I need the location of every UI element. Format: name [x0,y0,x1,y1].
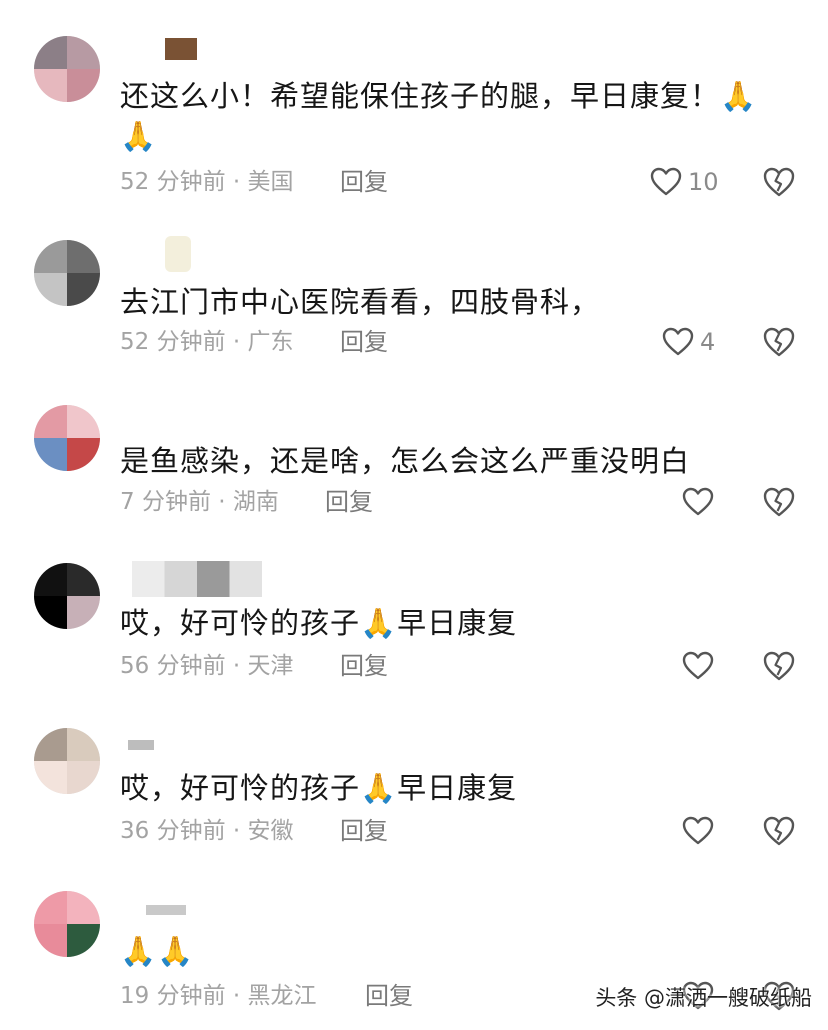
heart-outline-icon [682,651,714,680]
comment-text: 还这么小！希望能保住孩子的腿，早日康复！🙏 🙏 [120,76,788,156]
comment-time: 56 分钟前 [120,653,226,679]
comment-location: 美国 [247,169,294,195]
like-count: 10 [688,168,719,196]
comment-text-line: 还这么小！希望能保住孩子的腿，早日康复！🙏 [120,79,758,113]
username-blurred[interactable] [132,561,262,597]
reply-button[interactable]: 回复 [340,327,388,357]
heart-outline-icon [650,167,682,196]
meta-separator: · [225,329,248,355]
meta-separator: · [210,489,233,515]
meta-separator: · [225,983,248,1009]
meta-separator: · [225,169,248,195]
comment-time: 19 分钟前 [120,983,226,1009]
like-button[interactable] [682,649,714,683]
avatar[interactable] [34,728,100,794]
comment-location: 黑龙江 [247,983,317,1009]
avatar[interactable] [34,405,100,471]
broken-heart-icon[interactable] [762,814,796,848]
reply-button[interactable]: 回复 [325,487,373,517]
comment-location: 广东 [247,329,294,355]
broken-heart-icon[interactable] [762,325,796,359]
username-blurred[interactable] [165,236,191,272]
comment-meta: 56 分钟前 · 天津 [120,651,294,681]
heart-outline-icon [682,816,714,845]
avatar[interactable] [34,36,100,102]
avatar[interactable] [34,240,100,306]
comment-text-line: 去江门市中心医院看看，四肢骨科， [120,285,601,319]
username-blurred[interactable] [146,905,186,915]
comment-location: 湖南 [232,489,279,515]
comment-text: 去江门市中心医院看看，四肢骨科， [120,282,788,322]
comment-text: 哎，好可怜的孩子🙏早日康复 [120,768,788,808]
reply-button[interactable]: 回复 [340,167,388,197]
username-blurred[interactable] [165,38,197,60]
comment-meta: 52 分钟前 · 广东 [120,327,294,357]
avatar[interactable] [34,563,100,629]
comment-text-line: 哎，好可怜的孩子🙏早日康复 [120,771,518,805]
like-count: 4 [700,328,716,356]
heart-outline-icon [662,327,694,356]
comment-text: 是鱼感染，还是啥，怎么会这么严重没明白 [120,441,788,481]
broken-heart-icon[interactable] [762,485,796,519]
comment-time: 7 分钟前 [120,489,211,515]
comment-time: 52 分钟前 [120,329,226,355]
comment-meta: 19 分钟前 · 黑龙江 [120,981,317,1011]
comment-text: 🙏🙏 [120,931,788,971]
comment-text-line: 哎，好可怜的孩子🙏早日康复 [120,606,518,640]
comment-text-line: 🙏🙏 [120,934,195,968]
avatar[interactable] [34,891,100,957]
comment-meta: 52 分钟前 · 美国 [120,167,294,197]
broken-heart-icon[interactable] [762,165,796,199]
meta-separator: · [225,653,248,679]
like-button[interactable] [682,814,714,848]
comment-meta: 7 分钟前 · 湖南 [120,487,279,517]
comment-time: 36 分钟前 [120,818,226,844]
reply-button[interactable]: 回复 [340,651,388,681]
comment-text-line: 🙏 [120,119,158,153]
like-button[interactable] [682,485,714,519]
broken-heart-icon[interactable] [762,649,796,683]
like-button[interactable]: 4 [662,325,715,359]
like-button[interactable]: 10 [650,165,719,199]
meta-separator: · [225,818,248,844]
comment-location: 天津 [247,653,294,679]
comment-text: 哎，好可怜的孩子🙏早日康复 [120,603,788,643]
comment-meta: 36 分钟前 · 安徽 [120,816,294,846]
username-blurred[interactable] [128,740,154,750]
reply-button[interactable]: 回复 [340,816,388,846]
comment-text-line: 是鱼感染，还是啥，怎么会这么严重没明白 [120,444,691,478]
reply-button[interactable]: 回复 [365,981,413,1011]
comment-time: 52 分钟前 [120,169,226,195]
watermark: 头条 @潇洒一艘破纸船 [595,986,812,1010]
heart-outline-icon [682,487,714,516]
comment-location: 安徽 [247,818,294,844]
